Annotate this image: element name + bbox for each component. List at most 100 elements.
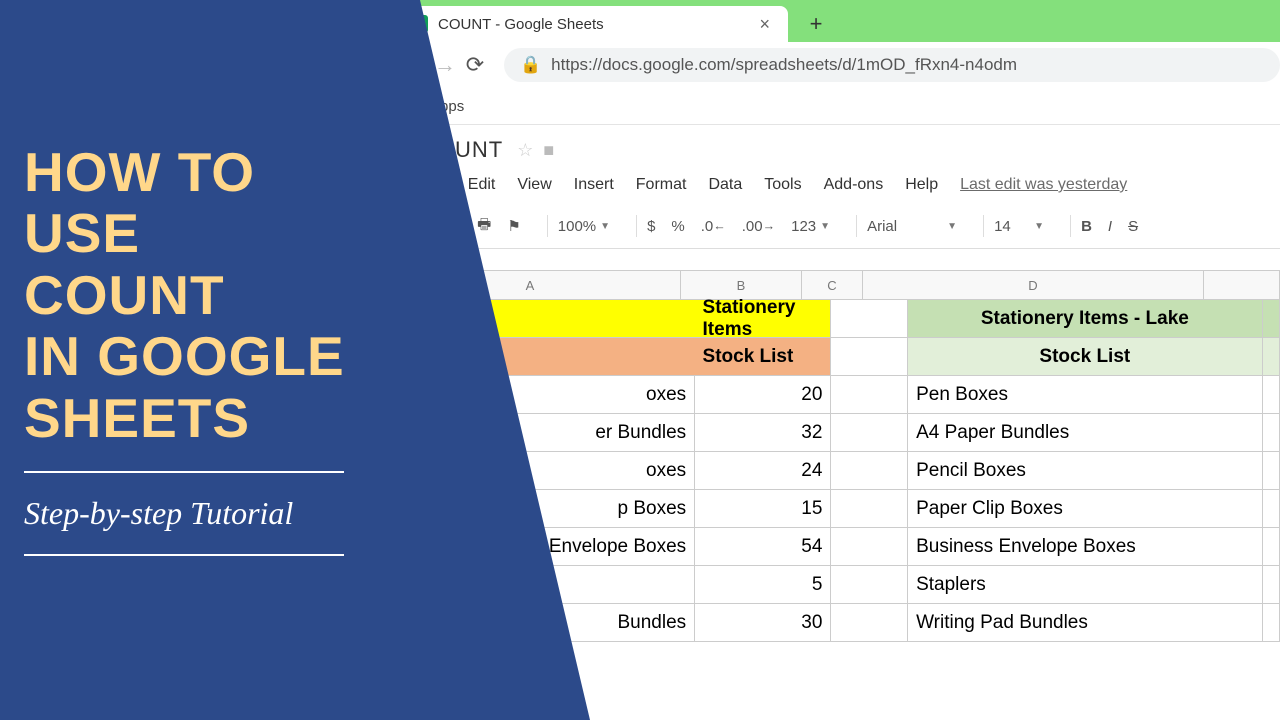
cell[interactable]: 15 xyxy=(695,490,831,528)
strike-button[interactable]: S xyxy=(1128,218,1138,235)
address-bar[interactable]: 🔒 https://docs.google.com/spreadsheets/d… xyxy=(504,48,1280,82)
menu-help[interactable]: Help xyxy=(905,176,938,194)
undo-icon[interactable]: ↶ xyxy=(420,217,433,235)
toolbar: ↶ ↷ 🖶 ⚑ 100%▼ $ % .0← .00→ 123▼ Arial▼ 1… xyxy=(420,204,1280,249)
cell[interactable]: 54 xyxy=(695,528,831,566)
cell[interactable]: oxes xyxy=(380,376,695,414)
bookmark-bar: Apps xyxy=(380,88,1280,125)
cell[interactable] xyxy=(1263,300,1280,338)
cell[interactable]: Paper Clip Boxes xyxy=(908,490,1263,528)
col-header-rest[interactable] xyxy=(1204,271,1280,299)
cell[interactable] xyxy=(831,452,908,490)
cell[interactable]: 32 xyxy=(695,414,831,452)
cell[interactable]: Pen Boxes xyxy=(908,376,1263,414)
cell[interactable]: A4 Paper Bundles xyxy=(908,414,1263,452)
menu-insert[interactable]: Insert xyxy=(574,176,614,194)
table-row: oxes24 Pencil Boxes xyxy=(380,452,1280,490)
cell[interactable]: Pencil Boxes xyxy=(908,452,1263,490)
separator xyxy=(547,215,548,237)
dec-increase-button[interactable]: .00→ xyxy=(742,218,775,235)
cell[interactable] xyxy=(1263,566,1280,604)
separator xyxy=(983,215,984,237)
cell[interactable]: p Boxes xyxy=(380,490,695,528)
reload-icon[interactable]: ⟳ xyxy=(460,52,490,78)
col-header-b[interactable]: B xyxy=(681,271,802,299)
forward-icon[interactable]: → xyxy=(430,52,460,78)
cell[interactable]: Stock List xyxy=(695,338,831,376)
col-header-a[interactable]: A xyxy=(380,271,681,299)
table-row: p Boxes15 Paper Clip Boxes xyxy=(380,490,1280,528)
cell[interactable]: 5 xyxy=(695,566,831,604)
cell[interactable]: Stock List xyxy=(908,338,1263,376)
dec-decrease-button[interactable]: .0← xyxy=(701,218,726,235)
menu-format[interactable]: Format xyxy=(636,176,687,194)
cell[interactable]: 30 xyxy=(695,604,831,642)
italic-button[interactable]: I xyxy=(1108,218,1112,235)
cell[interactable] xyxy=(831,376,908,414)
back-icon[interactable]: ← xyxy=(400,52,430,78)
cell[interactable]: 20 xyxy=(695,376,831,414)
lock-icon: 🔒 xyxy=(520,55,541,75)
star-icon[interactable]: ☆ xyxy=(517,140,533,161)
cell[interactable] xyxy=(380,566,695,604)
zoom-select[interactable]: 100%▼ xyxy=(558,218,610,235)
number-format-select[interactable]: 123▼ xyxy=(791,218,830,235)
menu-edit[interactable]: Edit xyxy=(468,176,496,194)
tab-close-icon[interactable]: × xyxy=(759,14,770,35)
cell[interactable] xyxy=(1263,528,1280,566)
cell[interactable]: Envelope Boxes xyxy=(380,528,695,566)
apps-icon[interactable] xyxy=(404,98,420,114)
menu-bar: File Edit View Insert Format Data Tools … xyxy=(420,170,1280,200)
table-row: Envelope Boxes54 Business Envelope Boxes xyxy=(380,528,1280,566)
currency-button[interactable]: $ xyxy=(647,218,655,235)
cell[interactable] xyxy=(831,566,908,604)
cell[interactable] xyxy=(1263,338,1280,376)
cell[interactable]: Stationery Items - Lake xyxy=(908,300,1263,338)
cell[interactable]: er Bundles xyxy=(380,414,695,452)
cell[interactable] xyxy=(831,414,908,452)
cell[interactable] xyxy=(1263,452,1280,490)
cell[interactable] xyxy=(1263,376,1280,414)
menu-tools[interactable]: Tools xyxy=(764,176,801,194)
cell[interactable]: Business Envelope Boxes xyxy=(908,528,1263,566)
col-header-c[interactable]: C xyxy=(802,271,863,299)
cell[interactable] xyxy=(831,338,908,376)
cell[interactable] xyxy=(1263,414,1280,452)
menu-file[interactable]: File xyxy=(420,176,446,194)
cell[interactable] xyxy=(831,604,908,642)
bold-button[interactable]: B xyxy=(1081,218,1092,235)
folder-icon[interactable]: ■ xyxy=(543,140,554,161)
browser-tab-active[interactable]: ▦ COUNT - Google Sheets × xyxy=(400,6,788,42)
cell[interactable] xyxy=(380,300,695,338)
apps-label[interactable]: Apps xyxy=(430,98,464,115)
cell[interactable]: Stationery Items xyxy=(695,300,831,338)
overlay-divider xyxy=(24,471,344,473)
percent-button[interactable]: % xyxy=(671,218,684,235)
separator xyxy=(856,215,857,237)
print-icon[interactable]: 🖶 xyxy=(477,214,491,239)
menu-view[interactable]: View xyxy=(517,176,551,194)
cell[interactable]: 24 xyxy=(695,452,831,490)
separator xyxy=(636,215,637,237)
cell[interactable]: Bundles xyxy=(380,604,695,642)
last-edit-info[interactable]: Last edit was yesterday xyxy=(960,176,1127,194)
paint-icon[interactable]: ⚑ xyxy=(507,217,520,235)
cell[interactable]: oxes xyxy=(380,452,695,490)
cell[interactable] xyxy=(1263,490,1280,528)
cell[interactable] xyxy=(831,300,908,338)
redo-icon[interactable]: ↷ xyxy=(449,217,462,235)
sheets-header: COUNT ☆ ■ File Edit View Insert Format D… xyxy=(380,130,1280,249)
cell[interactable] xyxy=(831,528,908,566)
col-header-d[interactable]: D xyxy=(863,271,1204,299)
cell[interactable] xyxy=(831,490,908,528)
fontsize-select[interactable]: 14▼ xyxy=(994,218,1044,235)
menu-addons[interactable]: Add-ons xyxy=(824,176,884,194)
cell[interactable]: Writing Pad Bundles xyxy=(908,604,1263,642)
menu-data[interactable]: Data xyxy=(708,176,742,194)
cell[interactable]: Staplers xyxy=(908,566,1263,604)
cell[interactable] xyxy=(1263,604,1280,642)
new-tab-button[interactable]: + xyxy=(802,10,830,38)
doc-title[interactable]: COUNT xyxy=(420,137,503,163)
font-select[interactable]: Arial▼ xyxy=(867,218,957,235)
cell[interactable] xyxy=(380,338,695,376)
